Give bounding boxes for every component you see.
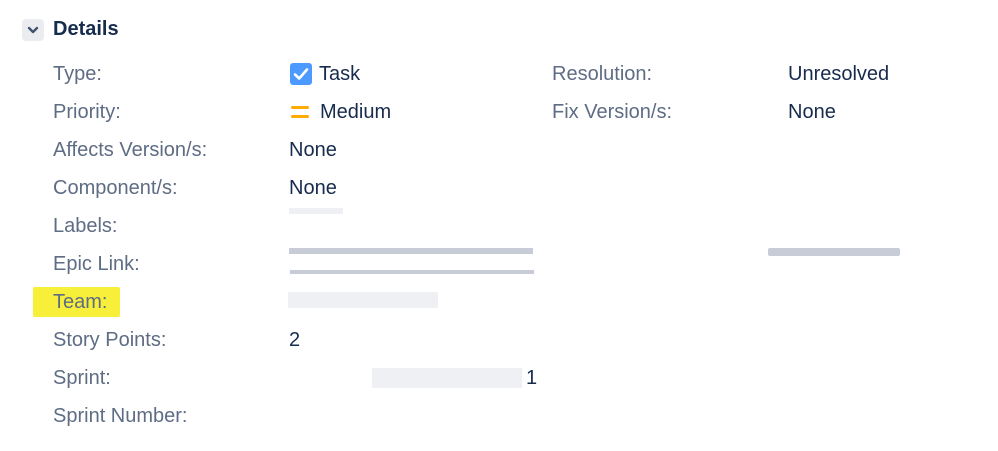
task-checkbox-icon	[290, 63, 312, 85]
type-value-text: Task	[319, 63, 361, 85]
epic-link-label: Epic Link:	[53, 253, 140, 275]
team-label: Team:	[53, 291, 108, 313]
components-label: Component/s:	[53, 177, 178, 199]
labels-label: Labels:	[53, 215, 118, 237]
type-label: Type:	[53, 63, 102, 85]
components-value[interactable]: None	[289, 176, 337, 200]
priority-value[interactable]: Medium	[289, 100, 391, 124]
chevron-down-icon[interactable]	[22, 18, 44, 41]
sprint-number-label: Sprint Number:	[53, 405, 188, 427]
fix-versions-value[interactable]: None	[788, 100, 836, 124]
type-value[interactable]: Task	[289, 62, 360, 86]
fix-versions-label: Fix Version/s:	[552, 101, 673, 123]
details-header: Details	[22, 18, 119, 41]
affects-versions-value[interactable]: None	[289, 138, 337, 162]
sprint-value-fragment[interactable]: 1	[526, 366, 537, 390]
priority-label: Priority:	[53, 101, 121, 123]
story-points-value[interactable]: 2	[289, 328, 300, 352]
affects-versions-label: Affects Version/s:	[53, 139, 208, 161]
epic-link-redacted-tag	[768, 248, 900, 256]
resolution-label: Resolution:	[552, 63, 653, 85]
epic-link-redacted-bar	[289, 248, 533, 254]
sprint-redacted-value	[372, 368, 522, 388]
priority-value-text: Medium	[320, 101, 392, 123]
story-points-label: Story Points:	[53, 329, 167, 351]
medium-priority-icon	[291, 106, 309, 118]
section-title[interactable]: Details	[53, 18, 119, 41]
team-redacted-value	[288, 292, 438, 308]
labels-redacted-value	[289, 208, 343, 214]
epic-link-redacted-underline	[290, 270, 534, 274]
resolution-value: Unresolved	[788, 63, 890, 85]
sprint-label: Sprint:	[53, 367, 111, 389]
